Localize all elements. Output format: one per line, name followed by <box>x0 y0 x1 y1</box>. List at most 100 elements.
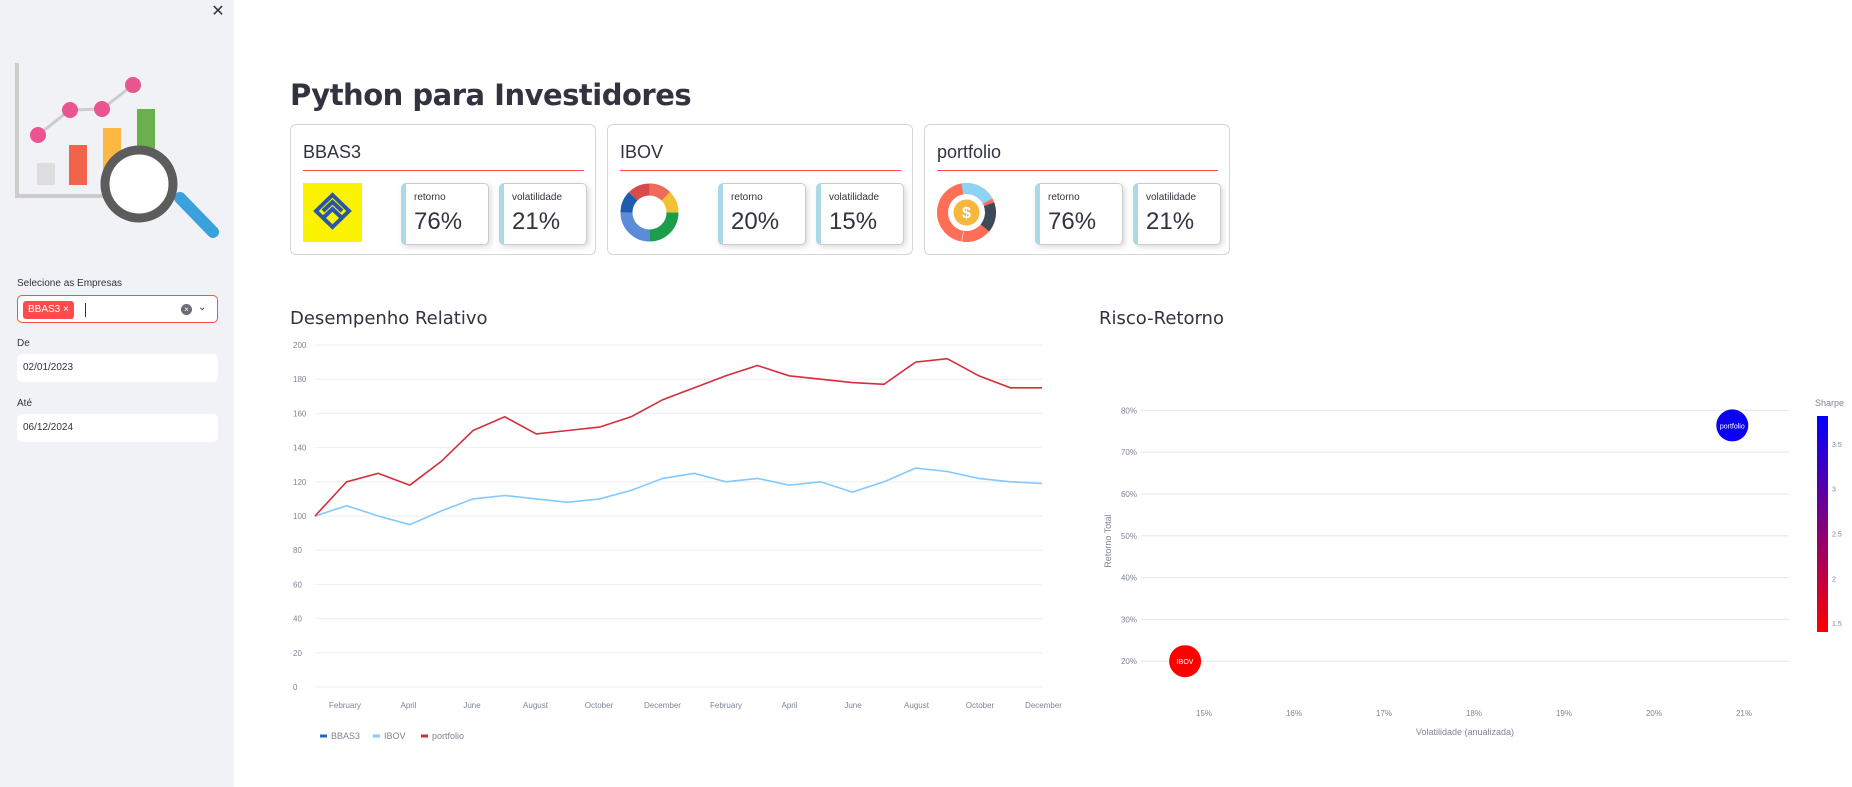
metric-retorno: retorno 76% <box>1035 183 1123 245</box>
metric-value: 21% <box>512 208 561 235</box>
colorbar-tick-label: 3.5 <box>1832 442 1842 449</box>
to-label: Até <box>17 398 33 409</box>
y-tick-label: 200 <box>293 341 307 350</box>
x-tick-label: August <box>523 701 549 710</box>
analytics-illustration <box>15 63 219 238</box>
metric-label: volatilidade <box>1146 192 1197 203</box>
series-line-portfolio <box>314 357 1042 517</box>
x-tick-label: June <box>844 701 862 710</box>
x-tick-label: October <box>585 701 614 710</box>
asset-card: BBAS3 retorno 76% volatilidade 21% <box>290 124 596 255</box>
colorbar-tick-label: 3 <box>1832 487 1836 494</box>
y-tick-label: 40 <box>293 615 302 624</box>
metric-value: 20% <box>731 208 780 235</box>
money-coin-icon: $ <box>937 183 996 242</box>
from-label: De <box>17 338 30 349</box>
card-title: portfolio <box>937 142 1002 162</box>
y-tick-label: 60 <box>293 580 302 589</box>
metric-retorno: retorno 20% <box>718 183 806 245</box>
x-tick-label: December <box>644 701 681 710</box>
asset-card: IBOV retorno 20% volatilidade 15% <box>607 124 913 255</box>
colorbar-title: Sharpe <box>1815 398 1844 408</box>
close-icon[interactable]: ✕ <box>210 4 226 20</box>
y-tick-label: 180 <box>293 375 307 384</box>
card-title: IBOV <box>620 142 664 162</box>
metric-label: retorno <box>731 192 763 203</box>
tag-label: BBAS3 <box>28 304 61 315</box>
banco-do-brasil-logo <box>303 183 362 242</box>
y-tick-label: 100 <box>293 512 307 521</box>
x-tick-label: August <box>904 701 930 710</box>
metric-volatilidade: volatilidade 15% <box>816 183 904 245</box>
metric-value: 15% <box>829 208 878 235</box>
multiselect-label: Selecione as Empresas <box>17 278 123 289</box>
chevron-down-icon[interactable]: ⌄ <box>198 302 206 313</box>
metric-retorno: retorno 76% <box>401 183 489 245</box>
x-tick-label: 19% <box>1556 709 1572 718</box>
y-tick-label: 20% <box>1121 657 1137 666</box>
y-tick-label: 0 <box>293 683 298 692</box>
x-tick-label: 16% <box>1286 709 1302 718</box>
colorbar <box>1817 416 1828 632</box>
x-tick-label: 15% <box>1196 709 1212 718</box>
x-axis-label: Volatilidade (anualizada) <box>1416 727 1514 737</box>
clear-icon[interactable]: × <box>181 304 192 315</box>
y-tick-label: 40% <box>1121 574 1137 583</box>
y-tick-label: 80 <box>293 546 302 555</box>
card-divider <box>937 170 1218 171</box>
colorbar-tick-label: 2.5 <box>1832 531 1842 538</box>
metric-volatilidade: volatilidade 21% <box>1133 183 1221 245</box>
metric-volatilidade: volatilidade 21% <box>499 183 587 245</box>
y-tick-label: 50% <box>1121 532 1137 541</box>
svg-text:$: $ <box>962 205 971 222</box>
legend-label: BBAS3 <box>331 731 360 741</box>
x-tick-label: 21% <box>1736 709 1752 718</box>
metric-label: volatilidade <box>512 192 563 203</box>
x-tick-label: 18% <box>1466 709 1482 718</box>
y-tick-label: 160 <box>293 409 307 418</box>
legend-label: IBOV <box>384 731 406 741</box>
x-tick-label: April <box>400 701 416 710</box>
x-tick-label: February <box>710 701 742 710</box>
x-tick-label: October <box>966 701 995 710</box>
metric-label: retorno <box>414 192 446 203</box>
asset-card: portfolio $ retorno 76% volatilidade 21% <box>924 124 1230 255</box>
to-date-input[interactable]: 06/12/2024 <box>17 414 218 442</box>
metric-value: 76% <box>1048 208 1097 235</box>
scatter-chart-title: Risco-Retorno <box>1099 308 1224 329</box>
colorbar-tick-label: 1.5 <box>1832 621 1842 628</box>
colorbar-tick-label: 2 <box>1832 576 1836 583</box>
line-chart-title: Desempenho Relativo <box>290 308 488 329</box>
page-title: Python para Investidores <box>290 78 692 112</box>
card-title: BBAS3 <box>303 142 362 162</box>
performance-line-chart: 0 20 40 60 80 100 120 140 160 180 200 February April… <box>293 341 1062 741</box>
y-tick-label: 80% <box>1121 406 1137 415</box>
sidebar: ✕ Selecione as Empresas BBAS3 × × ⌄ De 0… <box>0 0 234 787</box>
card-divider <box>303 170 584 171</box>
y-tick-label: 70% <box>1121 448 1137 457</box>
metric-value: 21% <box>1146 208 1195 235</box>
x-tick-label: February <box>329 701 361 710</box>
y-axis-label: Retorno Total <box>1103 514 1113 567</box>
x-tick-label: 17% <box>1376 709 1392 718</box>
y-tick-label: 20 <box>293 649 302 658</box>
x-tick-label: June <box>463 701 481 710</box>
y-tick-label: 120 <box>293 478 307 487</box>
tag-remove-icon[interactable]: × <box>63 304 69 315</box>
card-divider <box>620 170 901 171</box>
y-tick-label: 30% <box>1121 615 1137 624</box>
text-cursor <box>85 303 86 317</box>
metric-label: volatilidade <box>829 192 880 203</box>
donut-chart-icon <box>620 183 679 242</box>
x-tick-label: 20% <box>1646 709 1662 718</box>
metric-value: 76% <box>414 208 463 235</box>
company-multiselect[interactable]: BBAS3 × × ⌄ <box>17 295 218 323</box>
point-label: IBOV <box>1177 659 1194 666</box>
legend-label: portfolio <box>432 731 464 741</box>
y-tick-label: 60% <box>1121 490 1137 499</box>
selected-company-tag[interactable]: BBAS3 × <box>23 301 74 319</box>
risk-return-scatter-chart: 20% 30% 40% 50% 60% 70% 80% 15% 16% 17% 18% 19% 20% 2… <box>1103 398 1844 737</box>
metric-label: retorno <box>1048 192 1080 203</box>
from-date-input[interactable]: 02/01/2023 <box>17 354 218 382</box>
point-label: portfolio <box>1720 423 1745 430</box>
